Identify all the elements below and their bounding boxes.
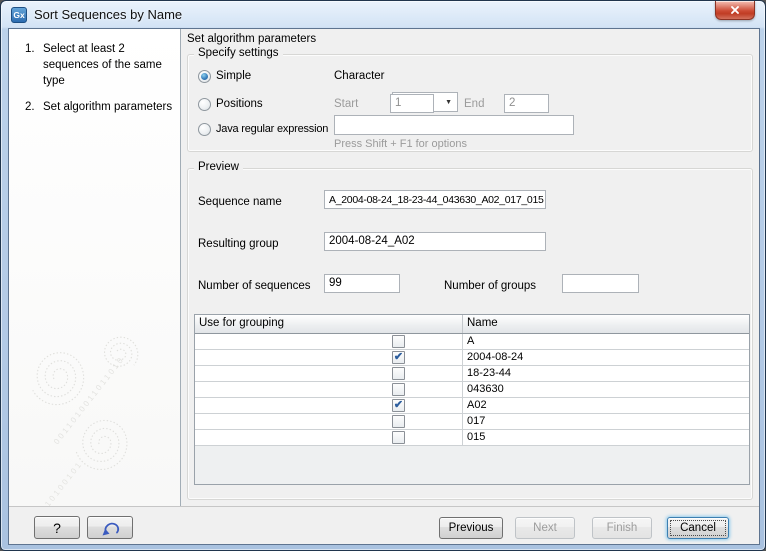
table-row: 015: [195, 430, 749, 446]
end-field[interactable]: 2: [504, 94, 549, 113]
simple-radio[interactable]: [198, 70, 211, 83]
name-cell: A02: [463, 398, 749, 413]
table-row: 18-23-44: [195, 366, 749, 382]
preview-group: Preview Sequence name A_2004-08-24_18-23…: [187, 168, 753, 500]
grouping-checkbox[interactable]: ✔: [392, 399, 405, 412]
table-row: 017: [195, 414, 749, 430]
wizard-step-2: 2. Set algorithm parameters: [25, 99, 177, 115]
step-label: Select at least 2 sequences of the same …: [43, 41, 177, 89]
group-legend: Specify settings: [194, 47, 283, 59]
close-icon: [730, 5, 740, 15]
table-header-row: Use for grouping Name: [195, 315, 749, 334]
panel-title: Set algorithm parameters: [187, 33, 316, 45]
step-number: 1.: [25, 41, 43, 89]
start-field[interactable]: 1: [390, 94, 434, 113]
reset-button[interactable]: [87, 516, 133, 539]
group-legend: Preview: [194, 161, 243, 173]
help-button[interactable]: ?: [34, 516, 80, 539]
grouping-cell: ✔: [195, 398, 463, 413]
watermark-binary-text: 010110100101: [26, 459, 84, 506]
table-row: ✔ 2004-08-24: [195, 350, 749, 366]
java-regex-field[interactable]: [334, 115, 574, 135]
resulting-group-label: Resulting group: [198, 238, 279, 250]
grouping-cell: [195, 334, 463, 349]
previous-button[interactable]: Previous: [439, 517, 503, 539]
grouping-cell: [195, 366, 463, 381]
grouping-cell: [195, 430, 463, 445]
resulting-group-field[interactable]: 2004-08-24_A02: [324, 232, 546, 251]
grouping-checkbox[interactable]: [392, 335, 405, 348]
grouping-checkbox[interactable]: [392, 367, 405, 380]
sequence-name-field[interactable]: A_2004-08-24_18-23-44_043630_A02_017_015: [324, 190, 546, 209]
dialog-window: Gx Sort Sequences by Name 1. Select at l…: [0, 0, 766, 551]
start-label: Start: [334, 98, 358, 110]
window-title: Sort Sequences by Name: [34, 7, 182, 22]
number-of-sequences-field[interactable]: 99: [324, 274, 400, 293]
cancel-button[interactable]: Cancel: [667, 517, 729, 539]
end-label: End: [464, 98, 484, 110]
button-bar: ? Previous Next Finish Cancel: [9, 506, 759, 544]
sequence-name-label: Sequence name: [198, 196, 282, 208]
watermark-binary-text: 0011010011011010: [52, 354, 126, 446]
number-of-sequences-label: Number of sequences: [198, 280, 311, 292]
step-number: 2.: [25, 99, 43, 115]
wizard-step-1: 1. Select at least 2 sequences of the sa…: [25, 41, 177, 89]
simple-radio-label: Simple: [216, 70, 251, 82]
undo-arrow-icon: [99, 518, 121, 538]
name-cell: 18-23-44: [463, 366, 749, 381]
clcbio-swirl-watermark: 0011010011011010 010110100101: [9, 289, 181, 506]
java-regex-radio-label: Java regular expression: [216, 123, 328, 135]
app-icon: Gx: [11, 7, 27, 23]
column-header-name[interactable]: Name: [463, 315, 749, 333]
column-header-use-for-grouping[interactable]: Use for grouping: [195, 315, 463, 333]
positions-radio-label: Positions: [216, 98, 263, 110]
table-body: A ✔ 2004-08-2418-23-44043630 ✔ A02017015: [195, 334, 749, 446]
table-row: 043630: [195, 382, 749, 398]
name-cell: 2004-08-24: [463, 350, 749, 365]
grouping-checkbox[interactable]: [392, 383, 405, 396]
grouping-cell: ✔: [195, 350, 463, 365]
grouping-checkbox[interactable]: ✔: [392, 351, 405, 364]
name-cell: 017: [463, 414, 749, 429]
specify-settings-group: Specify settings Simple Character _ ▼ Po…: [187, 54, 753, 152]
number-of-groups-label: Number of groups: [444, 280, 536, 292]
wizard-steps-sidebar: 1. Select at least 2 sequences of the sa…: [9, 29, 181, 506]
table-row: A: [195, 334, 749, 350]
title-bar[interactable]: Gx Sort Sequences by Name: [1, 1, 765, 28]
name-cell: A: [463, 334, 749, 349]
table-row: ✔ A02: [195, 398, 749, 414]
finish-button[interactable]: Finish: [592, 517, 652, 539]
parameters-panel: Set algorithm parameters Specify setting…: [181, 29, 759, 506]
grouping-cell: [195, 414, 463, 429]
step-label: Set algorithm parameters: [43, 99, 177, 115]
name-cell: 015: [463, 430, 749, 445]
number-of-groups-field[interactable]: [562, 274, 639, 293]
chevron-down-icon: ▼: [445, 99, 452, 106]
java-regex-radio[interactable]: [198, 123, 211, 136]
positions-radio[interactable]: [198, 98, 211, 111]
character-label: Character: [334, 70, 385, 82]
grouping-checkbox[interactable]: [392, 431, 405, 444]
grouping-checkbox[interactable]: [392, 415, 405, 428]
grouping-cell: [195, 382, 463, 397]
regex-hint: Press Shift + F1 for options: [334, 138, 467, 150]
grouping-table: Use for grouping Name A ✔ 2004-08-2418-23-…: [194, 314, 750, 485]
name-cell: 043630: [463, 382, 749, 397]
close-button[interactable]: [715, 1, 755, 20]
next-button[interactable]: Next: [515, 517, 575, 539]
